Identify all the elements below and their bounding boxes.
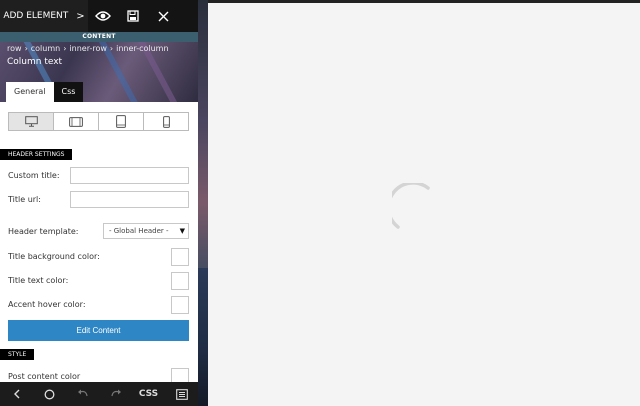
loading-spinner-icon: [392, 183, 430, 229]
header-template-value: - Global Header -: [109, 227, 169, 235]
page-preview-edge: [198, 268, 208, 406]
layers-icon[interactable]: [170, 382, 194, 406]
mobile-icon[interactable]: [144, 113, 188, 130]
custom-title-label: Custom title:: [8, 171, 60, 180]
accent-hover-color-picker[interactable]: [171, 296, 189, 314]
breadcrumb: row › column › inner-row › inner-column: [7, 44, 169, 53]
title-url-input[interactable]: [70, 191, 189, 208]
device-selector: [8, 112, 189, 131]
css-button[interactable]: CSS: [137, 382, 161, 406]
chevron-right-icon: >: [76, 10, 85, 22]
tablet-landscape-icon[interactable]: [54, 113, 99, 130]
breadcrumb-item[interactable]: column: [31, 44, 60, 53]
add-element-label: ADD ELEMENT: [3, 11, 69, 21]
undo-icon[interactable]: [71, 382, 95, 406]
tablet-portrait-icon[interactable]: [99, 113, 144, 130]
eye-icon[interactable]: [88, 0, 118, 32]
accent-hover-color-label: Accent hover color:: [8, 300, 86, 309]
bottom-toolbar: CSS: [0, 382, 198, 406]
element-header: row › column › inner-row › inner-column Column…: [0, 42, 198, 102]
element-title: Column text: [7, 57, 63, 67]
dropdown-arrow-icon: ▼: [179, 227, 185, 235]
desktop-icon[interactable]: [9, 113, 54, 130]
home-circle-icon[interactable]: [38, 382, 62, 406]
header-template-label: Header template:: [8, 227, 79, 236]
breadcrumb-item[interactable]: row: [7, 44, 22, 53]
post-content-color-label: Post content color: [8, 372, 81, 381]
header-template-select[interactable]: - Global Header - ▼: [103, 223, 189, 239]
close-icon[interactable]: [148, 0, 178, 32]
tab-general[interactable]: General: [6, 82, 54, 102]
tabs: General Css: [6, 82, 84, 102]
custom-title-input[interactable]: [70, 167, 189, 184]
back-icon[interactable]: [5, 382, 29, 406]
save-icon[interactable]: [118, 0, 148, 32]
title-bg-color-picker[interactable]: [171, 248, 189, 266]
title-text-color-picker[interactable]: [171, 272, 189, 290]
breadcrumb-item[interactable]: inner-column: [116, 44, 168, 53]
add-element-button[interactable]: ADD ELEMENT >: [0, 0, 88, 32]
editor-panel: ADD ELEMENT > CONTENT row › column › inner-r…: [0, 0, 198, 406]
style-label: STYLE: [0, 349, 35, 360]
editor-toolbar: ADD ELEMENT >: [0, 0, 198, 32]
edit-content-button[interactable]: Edit Content: [8, 320, 189, 341]
title-bg-color-label: Title background color:: [8, 252, 100, 261]
content-band: CONTENT: [0, 32, 198, 42]
title-url-label: Title url:: [8, 195, 41, 204]
title-text-color-label: Title text color:: [8, 276, 69, 285]
tab-css[interactable]: Css: [53, 82, 84, 102]
redo-icon[interactable]: [104, 382, 128, 406]
header-settings-label: HEADER SETTINGS: [0, 149, 73, 160]
breadcrumb-item[interactable]: inner-row: [69, 44, 107, 53]
